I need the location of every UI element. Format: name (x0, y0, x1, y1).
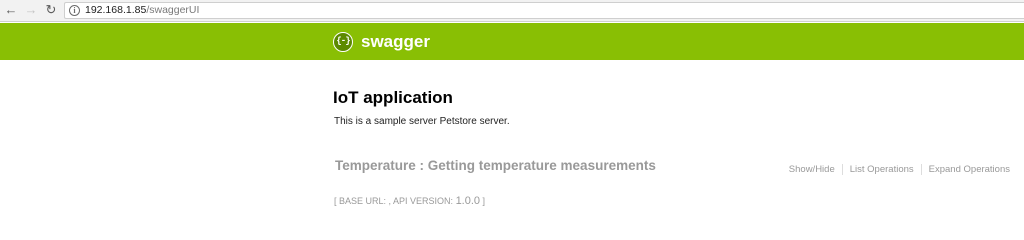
show-hide-link[interactable]: Show/Hide (789, 164, 835, 175)
api-description: This is a sample server Petstore server. (334, 116, 510, 127)
url-path: /swaggerUI (146, 4, 200, 16)
address-bar[interactable]: i 192.168.1.85/swaggerUI (64, 2, 1024, 19)
expand-operations-link[interactable]: Expand Operations (929, 164, 1010, 175)
divider (841, 164, 843, 175)
api-version: 1.0.0 (455, 195, 481, 207)
browser-toolbar: ← → ↻ i 192.168.1.85/swaggerUI (0, 0, 1024, 22)
resource-operations: Show/Hide List Operations Expand Operati… (789, 164, 1010, 175)
list-operations-link[interactable]: List Operations (850, 164, 914, 175)
swagger-logo[interactable]: {-} swagger (333, 32, 430, 52)
back-arrow-icon[interactable]: ← (4, 3, 18, 17)
base-url-info: [ BASE URL: , API VERSION: 1.0.0 ] (334, 195, 485, 207)
swagger-logo-text: swagger (361, 32, 430, 51)
close-bracket: ] (480, 196, 486, 206)
api-title: IoT application (333, 88, 453, 107)
resource-title-link[interactable]: Temperature : Getting temperature measur… (335, 158, 656, 173)
base-url-label: BASE URL: , API VERSION: (339, 196, 456, 206)
swagger-logo-icon: {-} (333, 32, 353, 52)
info-icon[interactable]: i (69, 5, 80, 16)
reload-icon[interactable]: ↻ (44, 3, 58, 17)
divider (920, 164, 922, 175)
swagger-header: {-} swagger (0, 23, 1024, 60)
url-host: 192.168.1.85 (85, 4, 147, 16)
forward-arrow-icon[interactable]: → (24, 3, 38, 17)
url-text[interactable]: 192.168.1.85/swaggerUI (85, 4, 199, 17)
